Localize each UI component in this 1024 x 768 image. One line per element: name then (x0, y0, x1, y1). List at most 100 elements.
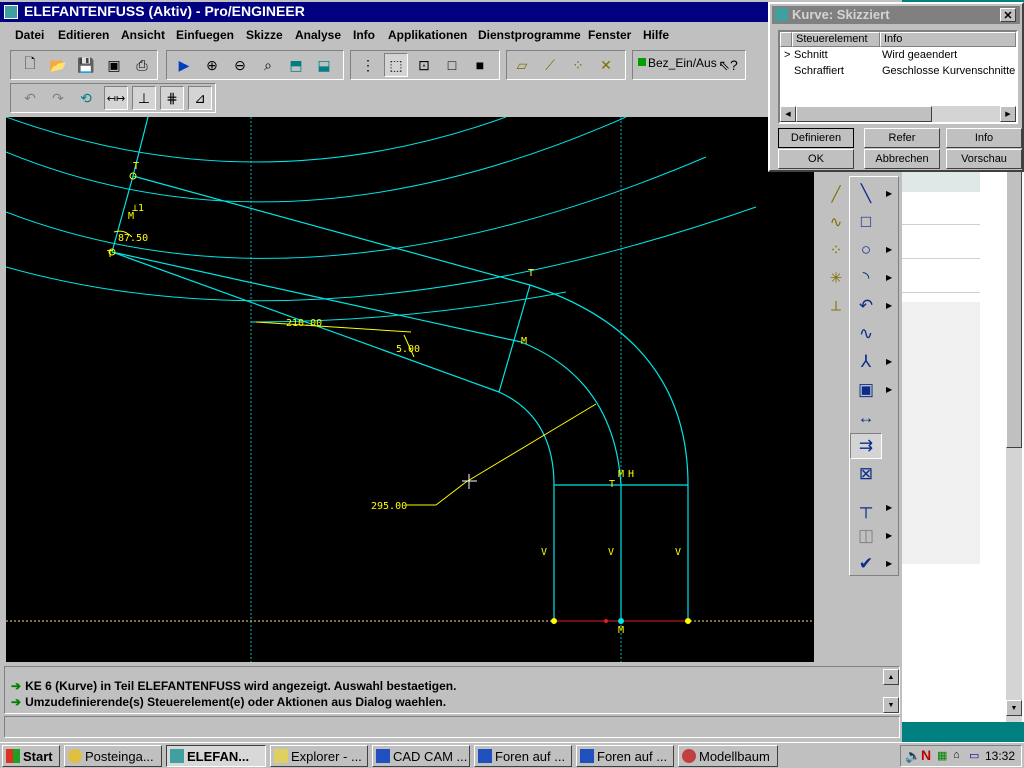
cancel-button[interactable]: Abbrechen (864, 149, 940, 169)
menu-hilfe[interactable]: Hilfe (643, 28, 669, 42)
done-icon[interactable]: ✔ (850, 551, 882, 577)
bez-indicator-icon (638, 58, 646, 66)
dim-line-210 (255, 321, 412, 333)
bez-toggle-button[interactable]: Bez_Ein/Aus (648, 56, 717, 70)
scroll-up-icon[interactable]: ▲ (883, 669, 899, 685)
close-icon[interactable]: ✕ (1000, 8, 1016, 22)
repaint-icon[interactable]: ▶ (172, 53, 196, 77)
text-aux-icon[interactable]: ⟂ (820, 293, 852, 319)
new-icon[interactable]: 🗋 (18, 53, 42, 77)
menu-skizze[interactable]: Skizze (246, 28, 283, 42)
preview-button[interactable]: Vorschau (946, 149, 1022, 169)
dialog-title-bar[interactable]: Kurve: Skizziert ✕ (772, 6, 1020, 24)
text-icon[interactable]: ┬ (850, 495, 882, 521)
message-scrollbar[interactable]: ▲ ▼ (883, 669, 899, 713)
datum-plane-display-icon[interactable]: ▱ (510, 53, 534, 77)
spline-aux-icon[interactable]: ∿ (820, 209, 852, 235)
table-hscrollbar[interactable]: ◀ ▶ (780, 106, 1016, 122)
volume-icon[interactable]: 🔈 (905, 748, 921, 764)
datum-axis-display-icon[interactable]: ⟋ (538, 53, 562, 77)
grid-display-icon[interactable]: ⋕ (160, 86, 184, 110)
menu-datei[interactable]: Datei (15, 28, 44, 42)
wireframe-icon[interactable]: ⬚ (384, 53, 408, 77)
coord-sys-display-icon[interactable]: ✕ (594, 53, 618, 77)
menu-einfuegen[interactable]: Einfuegen (176, 28, 234, 42)
print-icon[interactable]: ⎙ (130, 53, 154, 77)
browser-icon (580, 749, 594, 763)
clock[interactable]: 13:32 (985, 749, 1015, 763)
table-header-info[interactable]: Info (880, 32, 1016, 47)
mouse-icon[interactable]: ⌂ (953, 749, 960, 761)
refer-button[interactable]: Refer (864, 128, 940, 148)
constraint-display-icon[interactable]: ⊥ (132, 86, 156, 110)
shading-icon[interactable]: ■ (468, 53, 492, 77)
point-aux-icon[interactable]: ⁘ (820, 237, 852, 263)
datum-point-display-icon[interactable]: ⁘ (566, 53, 590, 77)
scroll-down-icon[interactable]: ▼ (883, 697, 899, 713)
dimension-icon[interactable]: ↔ (850, 405, 882, 431)
info-button[interactable]: Info (946, 128, 1022, 148)
menu-dienstprogramme[interactable]: Dienstprogramme (478, 28, 581, 42)
arc-icon[interactable]: ◝ (850, 265, 882, 291)
task-cad-cam[interactable]: CAD CAM ... (372, 745, 470, 767)
dim-display-icon[interactable]: ↤↦ (104, 86, 128, 110)
task-posteingang[interactable]: Posteinga... (64, 745, 162, 767)
scroll-left-icon[interactable]: ◀ (780, 106, 796, 122)
rectangle-icon[interactable]: □ (850, 209, 882, 235)
zoom-out-icon[interactable]: ⊖ (228, 53, 252, 77)
start-button[interactable]: Start (2, 745, 60, 767)
no-hidden-icon[interactable]: □ (440, 53, 464, 77)
hidden-line-icon[interactable]: ⊡ (412, 53, 436, 77)
spline-icon[interactable]: ∿ (850, 321, 882, 347)
fillet-icon[interactable]: ↶ (850, 293, 882, 319)
task-modellbaum[interactable]: Modellbaum (678, 745, 778, 767)
task-explorer[interactable]: Explorer - ... (270, 745, 368, 767)
regenerate-icon[interactable]: ⟲ (74, 86, 98, 110)
vertex-display-icon[interactable]: ⊿ (188, 86, 212, 110)
context-help-icon[interactable]: ⇖? (716, 53, 740, 77)
ok-button[interactable]: OK (778, 149, 854, 169)
open-icon[interactable]: 📂 (46, 53, 70, 77)
zoom-in-icon[interactable]: ⊕ (200, 53, 224, 77)
point-icon[interactable]: ⅄ (850, 349, 882, 375)
scroll-down-icon[interactable]: ▼ (1006, 700, 1022, 716)
menu-info[interactable]: Info (353, 28, 375, 42)
use-edge-icon[interactable]: ▣ (850, 377, 882, 403)
model-tree-row (902, 224, 980, 225)
menu-applikationen[interactable]: Applikationen (388, 28, 467, 42)
monitor-icon[interactable]: ▭ (969, 749, 979, 762)
save-copy-icon[interactable]: ▣ (102, 53, 126, 77)
netscape-icon[interactable]: N (921, 747, 931, 763)
table-header-element[interactable]: Steuerelement (792, 32, 880, 47)
saved-views-icon[interactable]: ⬓ (312, 53, 336, 77)
define-button[interactable]: Definieren (778, 128, 854, 148)
mirror-icon[interactable]: ◫ (850, 523, 882, 549)
modify-icon[interactable]: ⇉ (850, 433, 882, 459)
menu-analyse[interactable]: Analyse (295, 28, 341, 42)
circle-icon[interactable]: ○ (850, 237, 882, 263)
undo-icon[interactable]: ↶ (18, 86, 42, 110)
refit-icon[interactable]: ⌕ (256, 53, 280, 77)
task-foren-2[interactable]: Foren auf ... (576, 745, 674, 767)
browser-icon (376, 749, 390, 763)
menu-editieren[interactable]: Editieren (58, 28, 109, 42)
centerline-icon[interactable]: ╱ (820, 181, 852, 207)
datum-planes-icon[interactable]: ⋮ (356, 53, 380, 77)
redo-icon[interactable]: ↷ (46, 86, 70, 110)
constraints-icon[interactable]: ⊠ (850, 461, 882, 487)
orient-icon[interactable]: ⬒ (284, 53, 308, 77)
title-bar[interactable]: ELEFANTENFUSS (Aktiv) - Pro/ENGINEER (0, 2, 902, 22)
taskbar: Start Posteinga... ELEFAN... Explorer - … (0, 742, 1024, 768)
coord-aux-icon[interactable]: ✳ (820, 265, 852, 291)
scroll-thumb[interactable] (796, 106, 932, 122)
graphics-canvas[interactable]: 87.50 210.00 5.00 295.00 T T M ⊥1 T M T … (5, 116, 814, 662)
save-icon[interactable]: 💾 (74, 53, 98, 77)
network-icon[interactable]: ▦ (937, 749, 947, 762)
task-elefantenfuss[interactable]: ELEFAN... (166, 745, 266, 767)
menu-fenster[interactable]: Fenster (588, 28, 631, 42)
menu-ansicht[interactable]: Ansicht (121, 28, 165, 42)
scroll-right-icon[interactable]: ▶ (1000, 106, 1016, 122)
window-title: ELEFANTENFUSS (Aktiv) - Pro/ENGINEER (24, 3, 305, 19)
line-icon[interactable]: ╲ (850, 181, 882, 207)
task-foren-1[interactable]: Foren auf ... (474, 745, 572, 767)
